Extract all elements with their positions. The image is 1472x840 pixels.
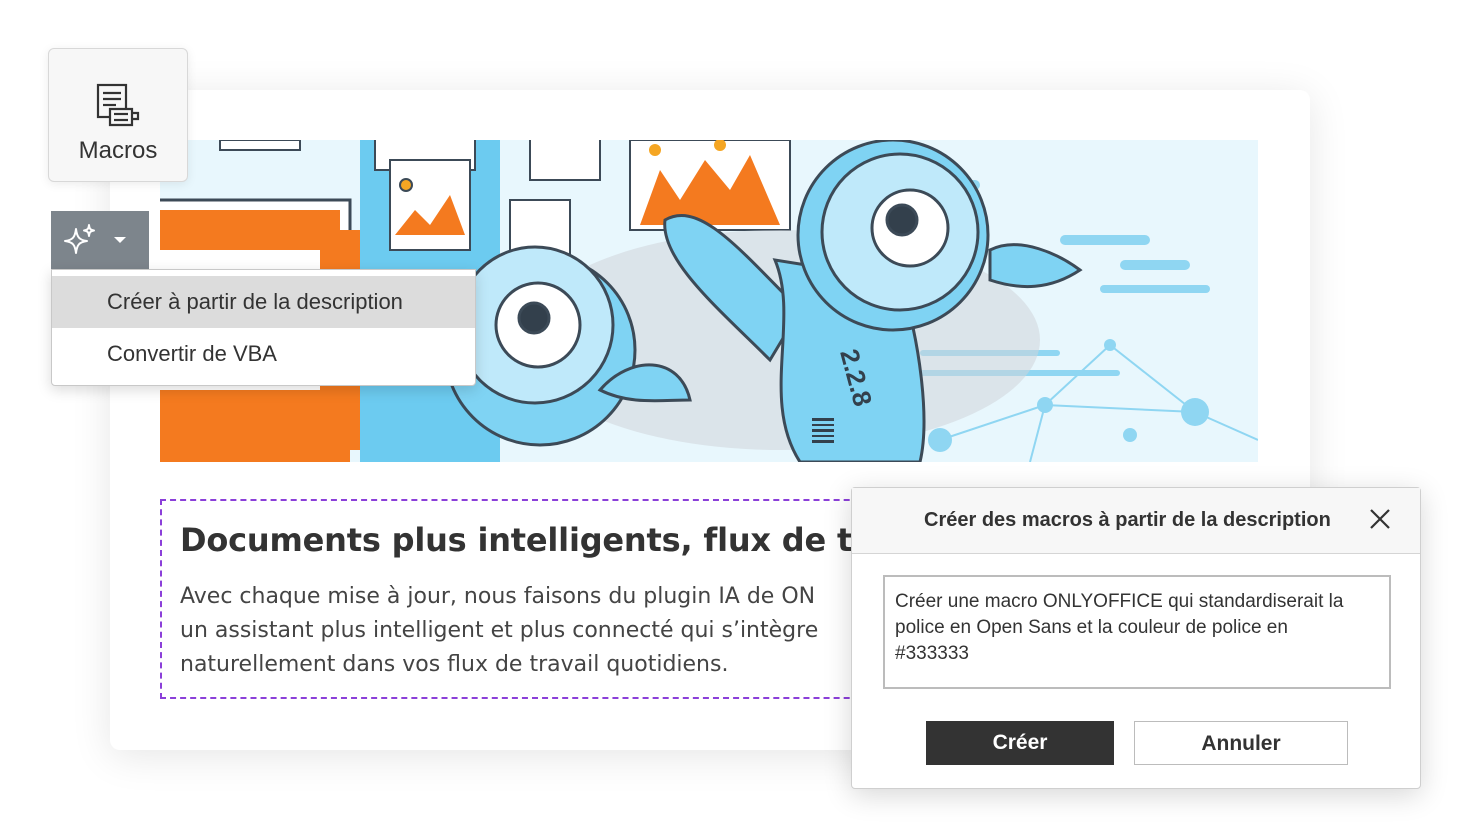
paragraph-line: naturellement dans vos flux de travail q… bbox=[180, 652, 729, 677]
macros-label: Macros bbox=[78, 137, 158, 164]
chevron-down-icon bbox=[114, 237, 126, 243]
create-macro-dialog: Créer des macros à partir de la descript… bbox=[851, 487, 1421, 789]
menu-item-convert-vba[interactable]: Convertir de VBA bbox=[52, 328, 475, 380]
paragraph-line: un assistant plus intelligent et plus co… bbox=[180, 618, 819, 643]
textarea-line: police en Open Sans et la couleur de pol… bbox=[895, 617, 1288, 638]
textarea-line: #333333 bbox=[895, 643, 969, 664]
macros-icon bbox=[96, 83, 140, 127]
dialog-header: Créer des macros à partir de la descript… bbox=[852, 488, 1420, 554]
macros-button[interactable]: Macros bbox=[48, 48, 188, 182]
create-button[interactable]: Créer bbox=[926, 721, 1114, 765]
dialog-title: Créer des macros à partir de la descript… bbox=[924, 509, 1331, 531]
sparkle-icon bbox=[64, 224, 95, 254]
document-paragraph: Avec chaque mise à jour, nous faisons du… bbox=[180, 580, 818, 682]
ai-dropdown-menu: Créer à partir de la description Convert… bbox=[51, 269, 476, 386]
ai-dropdown-button[interactable] bbox=[51, 211, 149, 269]
paragraph-line: Avec chaque mise à jour, nous faisons du… bbox=[180, 584, 816, 609]
stage: 2.2.8 Documents plus intelligents, flux … bbox=[0, 0, 1472, 840]
menu-item-create-from-description[interactable]: Créer à partir de la description bbox=[52, 276, 475, 328]
cancel-button[interactable]: Annuler bbox=[1134, 721, 1348, 765]
description-textarea[interactable]: Créer une macro ONLYOFFICE qui standardi… bbox=[883, 575, 1391, 689]
document-heading: Documents plus intelligents, flux de tr bbox=[180, 521, 868, 559]
close-icon[interactable] bbox=[1369, 508, 1391, 530]
textarea-line: Créer une macro ONLYOFFICE qui standardi… bbox=[895, 591, 1344, 612]
